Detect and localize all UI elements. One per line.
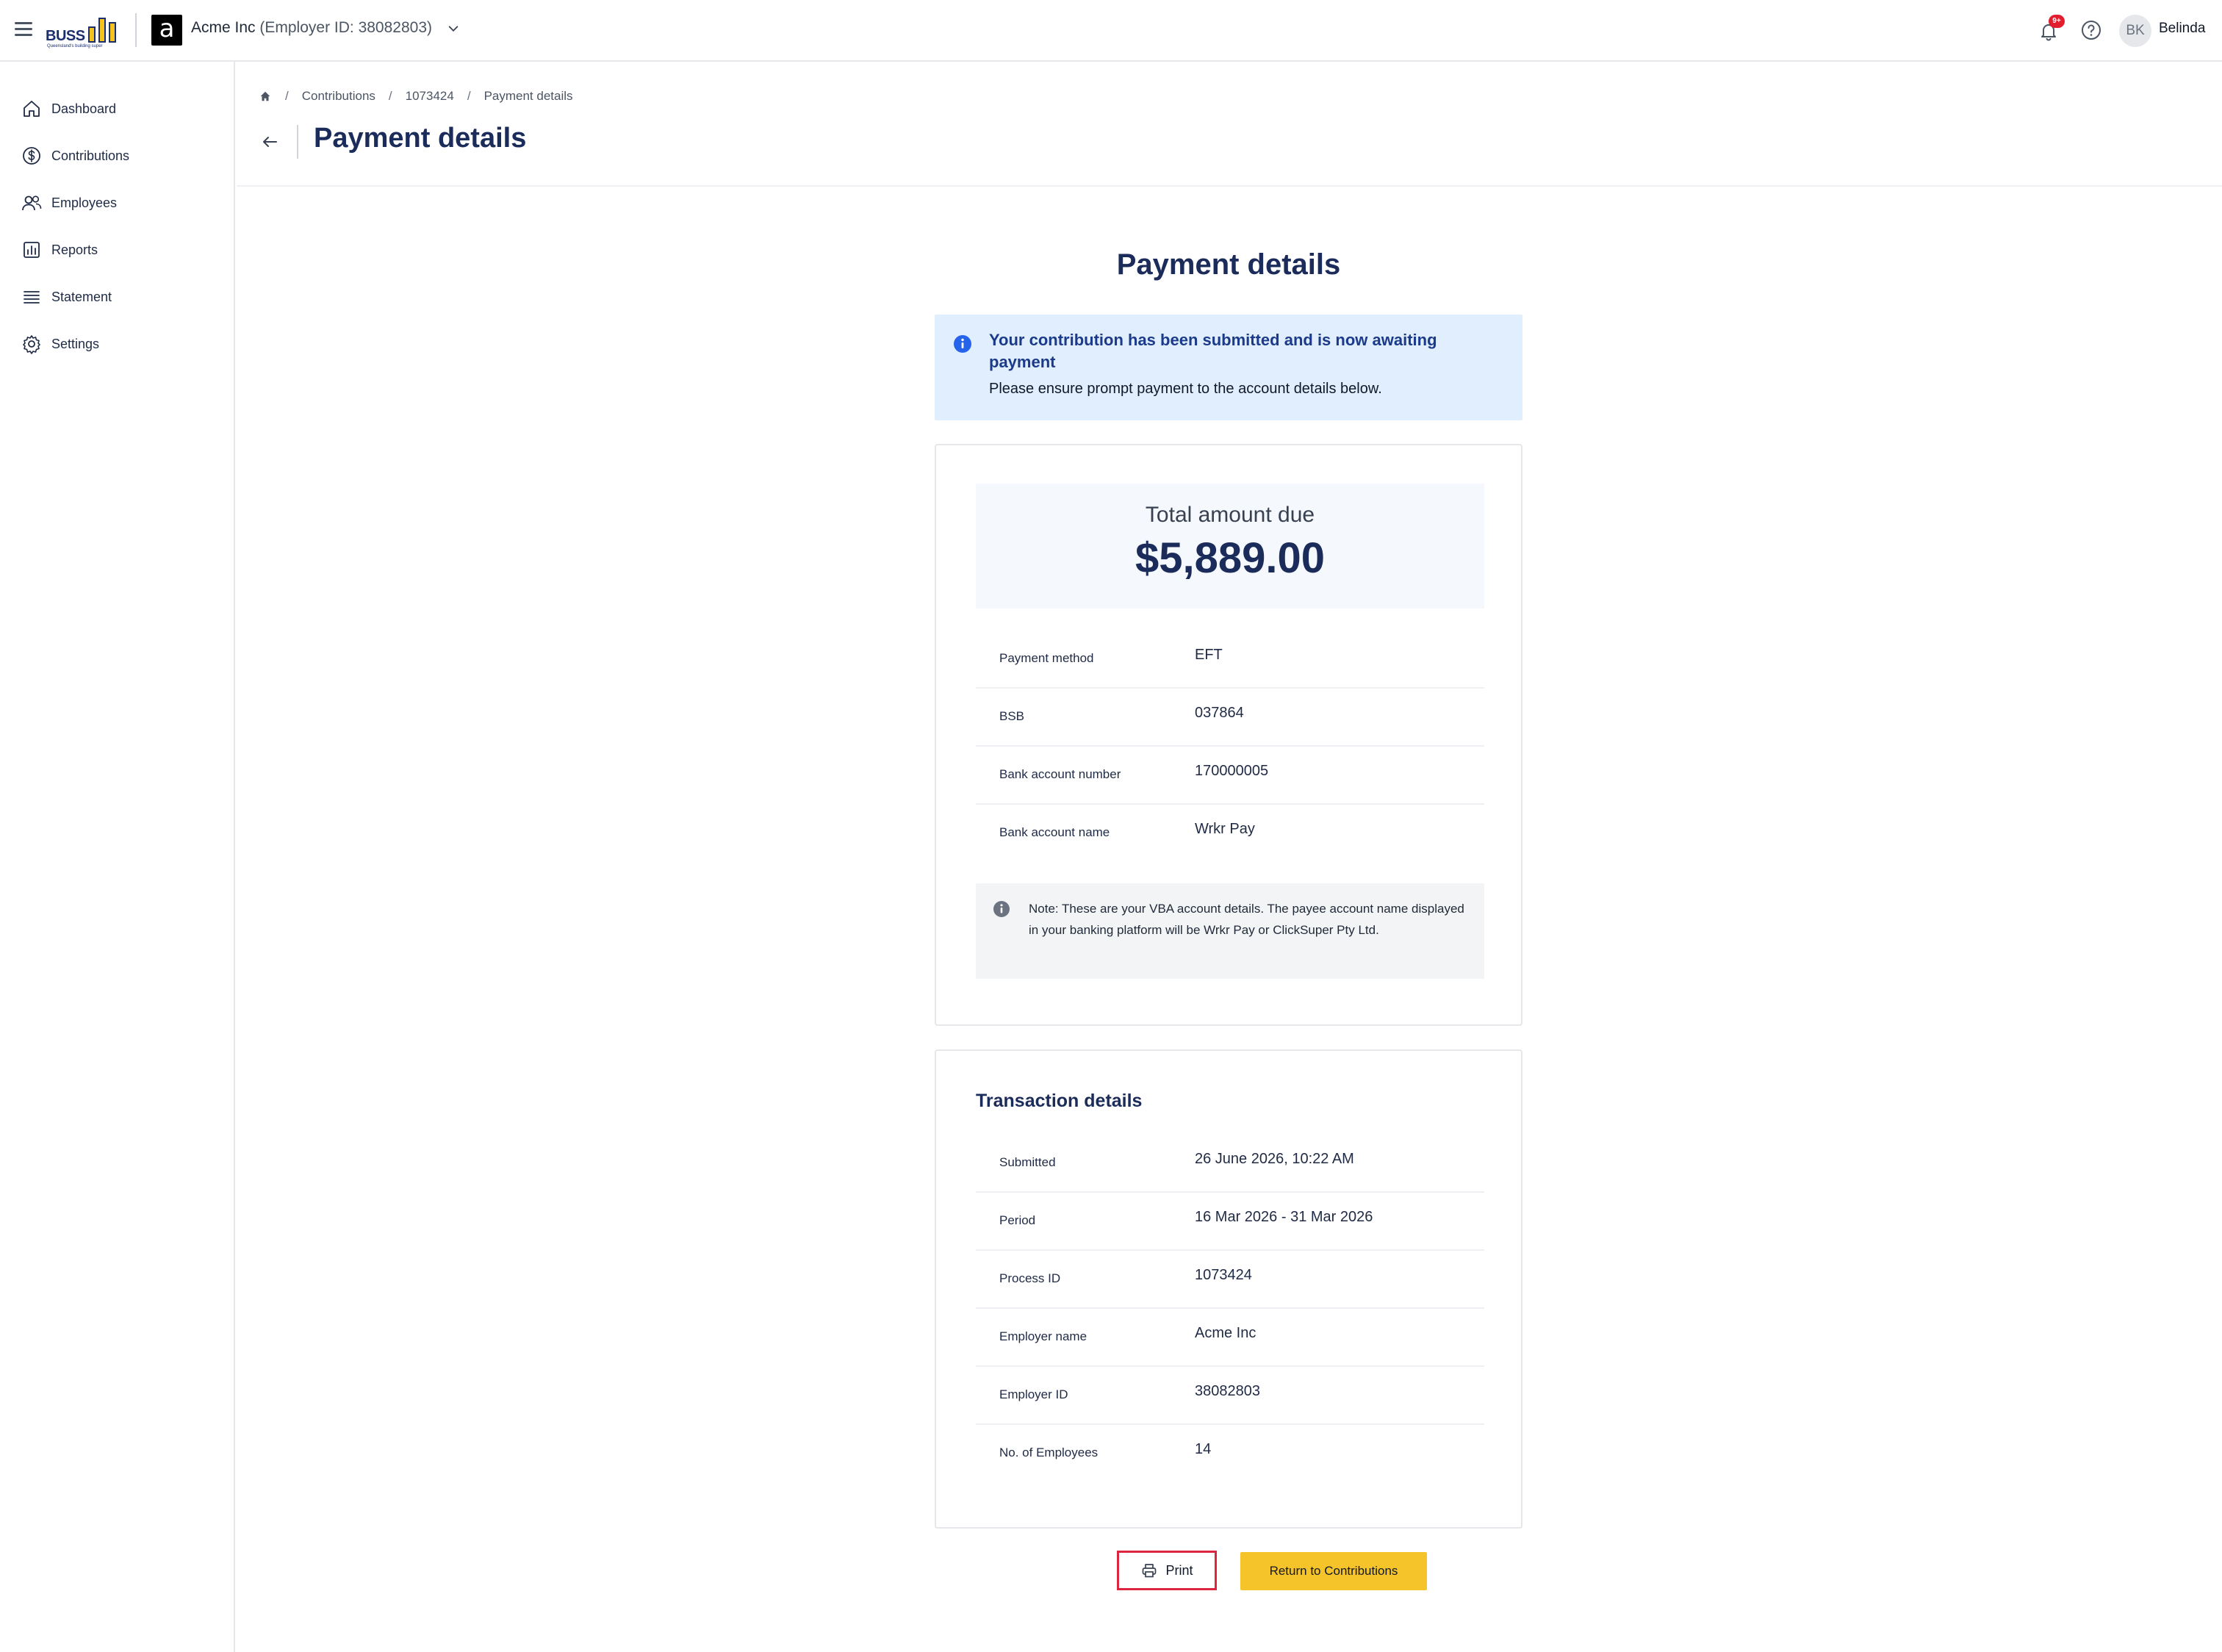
sidebar-item-label: Statement	[51, 289, 112, 304]
vba-note: Note: These are your VBA account details…	[976, 883, 1484, 979]
detail-row-employer-name: Employer name Acme Inc	[976, 1309, 1484, 1367]
detail-label: Submitted	[999, 1155, 1056, 1169]
detail-row-submitted: Submitted 26 June 2026, 10:22 AM	[976, 1135, 1484, 1193]
detail-label: Period	[999, 1213, 1036, 1227]
detail-value: 14	[1195, 1441, 1212, 1457]
home-icon	[24, 101, 40, 117]
logo-tagline: Queensland's building super	[47, 44, 103, 49]
sidebar-item-label: Employees	[51, 195, 118, 210]
chevron-down-icon[interactable]	[447, 22, 460, 35]
detail-label: Employer name	[999, 1329, 1087, 1343]
breadcrumb-separator: /	[285, 89, 289, 103]
page-title: Payment details	[314, 123, 527, 154]
print-button[interactable]: Print	[1117, 1551, 1217, 1590]
sidebar-item-settings[interactable]: Settings	[21, 329, 226, 359]
breadcrumb-contributions[interactable]: Contributions	[302, 89, 375, 104]
user-avatar[interactable]: BK	[2119, 15, 2151, 47]
gear-icon	[23, 335, 40, 354]
sidebar-item-label: Contributions	[51, 148, 130, 163]
detail-row-process-id: Process ID 1073424	[976, 1251, 1484, 1309]
menu-icon[interactable]	[15, 22, 32, 37]
total-amount-box: Total amount due $5,889.00	[976, 484, 1484, 608]
title-divider	[297, 125, 298, 159]
detail-value: 170000005	[1195, 763, 1269, 779]
detail-value: 38082803	[1195, 1383, 1260, 1399]
header-divider	[237, 185, 2222, 187]
top-bar: BUSS Queensland's building super a Acme …	[0, 0, 2222, 62]
org-employer-id: (Employer ID: 38082803)	[259, 19, 432, 36]
breadcrumb: / Contributions / 1073424 / Payment deta…	[259, 87, 573, 106]
sidebar-item-label: Reports	[51, 242, 98, 257]
alert-body: Please ensure prompt payment to the acco…	[989, 381, 1382, 397]
total-amount-value: $5,889.00	[1135, 534, 1326, 582]
detail-label: Bank account number	[999, 767, 1121, 781]
logo-bars-icon	[88, 15, 118, 43]
info-icon	[954, 335, 971, 353]
print-button-label: Print	[1165, 1562, 1193, 1578]
detail-label: Process ID	[999, 1271, 1061, 1285]
detail-value: 16 Mar 2026 - 31 Mar 2026	[1195, 1209, 1373, 1225]
detail-row-employee-count: No. of Employees 14	[976, 1425, 1484, 1483]
breadcrumb-separator: /	[467, 89, 471, 103]
sidebar-item-contributions[interactable]: Contributions	[21, 141, 226, 170]
detail-row-period: Period 16 Mar 2026 - 31 Mar 2026	[976, 1193, 1484, 1251]
detail-value: 1073424	[1195, 1267, 1252, 1283]
detail-row-bsb: BSB 037864	[976, 689, 1484, 747]
back-arrow-icon[interactable]	[259, 131, 281, 153]
detail-value: 26 June 2026, 10:22 AM	[1195, 1151, 1354, 1167]
detail-label: Bank account name	[999, 825, 1110, 839]
total-amount-label: Total amount due	[1145, 503, 1315, 527]
breadcrumb-separator: /	[388, 89, 392, 103]
detail-row-account-number: Bank account number 170000005	[976, 747, 1484, 805]
alert-title: Your contribution has been submitted and…	[989, 331, 1437, 371]
note-text: Note: These are your VBA account details…	[1029, 902, 1464, 937]
user-name[interactable]: Belinda	[2159, 21, 2205, 37]
detail-value: 037864	[1195, 705, 1244, 721]
buss-logo[interactable]: BUSS Queensland's building super	[46, 13, 122, 49]
org-switcher[interactable]: Acme Inc (Employer ID: 38082803)	[191, 19, 432, 37]
printer-icon	[1143, 1564, 1157, 1578]
logo-text: BUSS	[46, 28, 85, 44]
content-title: Payment details	[1116, 248, 1341, 281]
detail-row-employer-id: Employer ID 38082803	[976, 1367, 1484, 1425]
list-icon	[24, 291, 40, 304]
return-to-contributions-button[interactable]: Return to Contributions	[1240, 1552, 1427, 1590]
sidebar-item-dashboard[interactable]: Dashboard	[21, 94, 226, 123]
transaction-card: Transaction details Submitted 26 June 20…	[935, 1049, 1522, 1529]
detail-value: Acme Inc	[1195, 1325, 1256, 1341]
help-icon[interactable]	[2080, 19, 2102, 41]
sidebar-item-reports[interactable]: Reports	[21, 235, 226, 265]
payment-details-list: Payment method EFT BSB 037864 Bank accou…	[976, 631, 1484, 863]
detail-label: Employer ID	[999, 1387, 1068, 1401]
detail-value: EFT	[1195, 647, 1223, 663]
detail-row-payment-method: Payment method EFT	[976, 631, 1484, 689]
top-divider	[135, 13, 137, 47]
return-button-label: Return to Contributions	[1269, 1564, 1398, 1578]
users-icon	[22, 195, 42, 211]
notification-badge: 9+	[2049, 15, 2065, 28]
home-icon[interactable]	[259, 90, 272, 103]
bar-chart-icon	[24, 242, 40, 258]
breadcrumb-current: Payment details	[483, 89, 573, 103]
info-icon	[993, 901, 1010, 917]
transaction-title: Transaction details	[976, 1091, 1143, 1111]
detail-label: No. of Employees	[999, 1446, 1099, 1459]
sidebar: Dashboard Contributions Employees Report…	[0, 62, 235, 1652]
info-alert: Your contribution has been submitted and…	[935, 315, 1522, 420]
detail-label: BSB	[999, 709, 1025, 723]
transaction-details-list: Submitted 26 June 2026, 10:22 AM Period …	[976, 1135, 1484, 1483]
dollar-circle-icon	[23, 147, 40, 165]
sidebar-item-label: Dashboard	[51, 101, 117, 116]
sidebar-item-statement[interactable]: Statement	[21, 282, 226, 312]
sidebar-item-employees[interactable]: Employees	[21, 188, 226, 218]
detail-label: Payment method	[999, 651, 1094, 665]
sidebar-item-label: Settings	[51, 336, 100, 351]
payment-card: Total amount due $5,889.00 Payment metho…	[935, 444, 1522, 1026]
detail-value: Wrkr Pay	[1195, 821, 1255, 837]
org-name: Acme Inc	[191, 19, 256, 36]
detail-row-account-name: Bank account name Wrkr Pay	[976, 805, 1484, 863]
breadcrumb-process-id[interactable]: 1073424	[406, 89, 454, 104]
org-avatar[interactable]: a	[151, 15, 182, 46]
